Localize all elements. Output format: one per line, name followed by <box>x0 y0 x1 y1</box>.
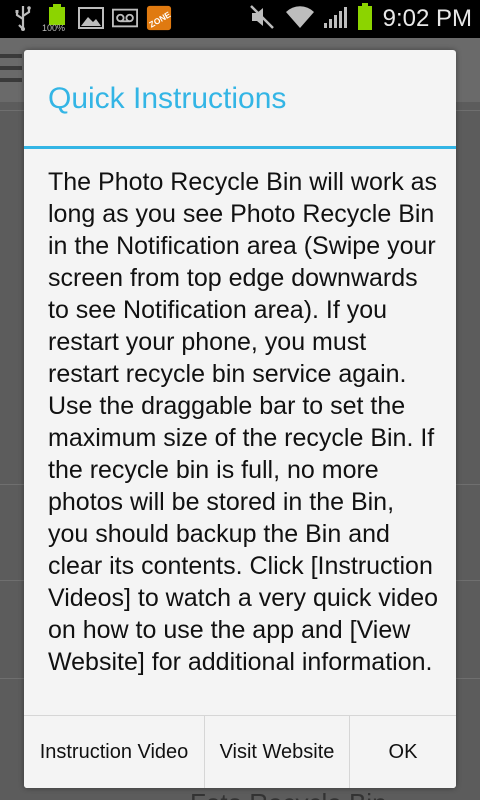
menu-icon <box>0 54 22 90</box>
instruction-video-button[interactable]: Instruction Video <box>24 716 205 788</box>
gallery-icon <box>78 4 104 32</box>
quick-instructions-dialog: Quick Instructions The Photo Recycle Bin… <box>24 50 456 788</box>
status-bar-right: 9:02 PM <box>249 0 472 38</box>
status-bar: 100% ZONE 9:02 PM <box>0 0 480 38</box>
dialog-button-bar: Instruction Video Visit Website OK <box>24 715 456 788</box>
signal-icon <box>323 5 349 33</box>
wifi-icon <box>285 5 315 33</box>
mute-icon <box>249 4 275 34</box>
status-bar-left: 100% ZONE <box>10 4 180 33</box>
battery-percent-label: 100% <box>42 23 66 33</box>
voicemail-icon <box>112 4 138 32</box>
usb-icon <box>10 4 36 32</box>
background-app-text: Foto Recycle Bin <box>190 788 387 800</box>
battery-full-icon: 100% <box>42 4 70 33</box>
dialog-scroll-area[interactable]: The Photo Recycle Bin will work as long … <box>24 149 456 715</box>
clock: 9:02 PM <box>382 5 472 32</box>
battery-icon <box>357 3 373 35</box>
ok-button[interactable]: OK <box>350 716 456 788</box>
dialog-title: Quick Instructions <box>48 82 287 115</box>
visit-website-button[interactable]: Visit Website <box>205 716 350 788</box>
zone-app-icon: ZONE <box>146 4 172 32</box>
dialog-message: The Photo Recycle Bin will work as long … <box>48 168 439 676</box>
